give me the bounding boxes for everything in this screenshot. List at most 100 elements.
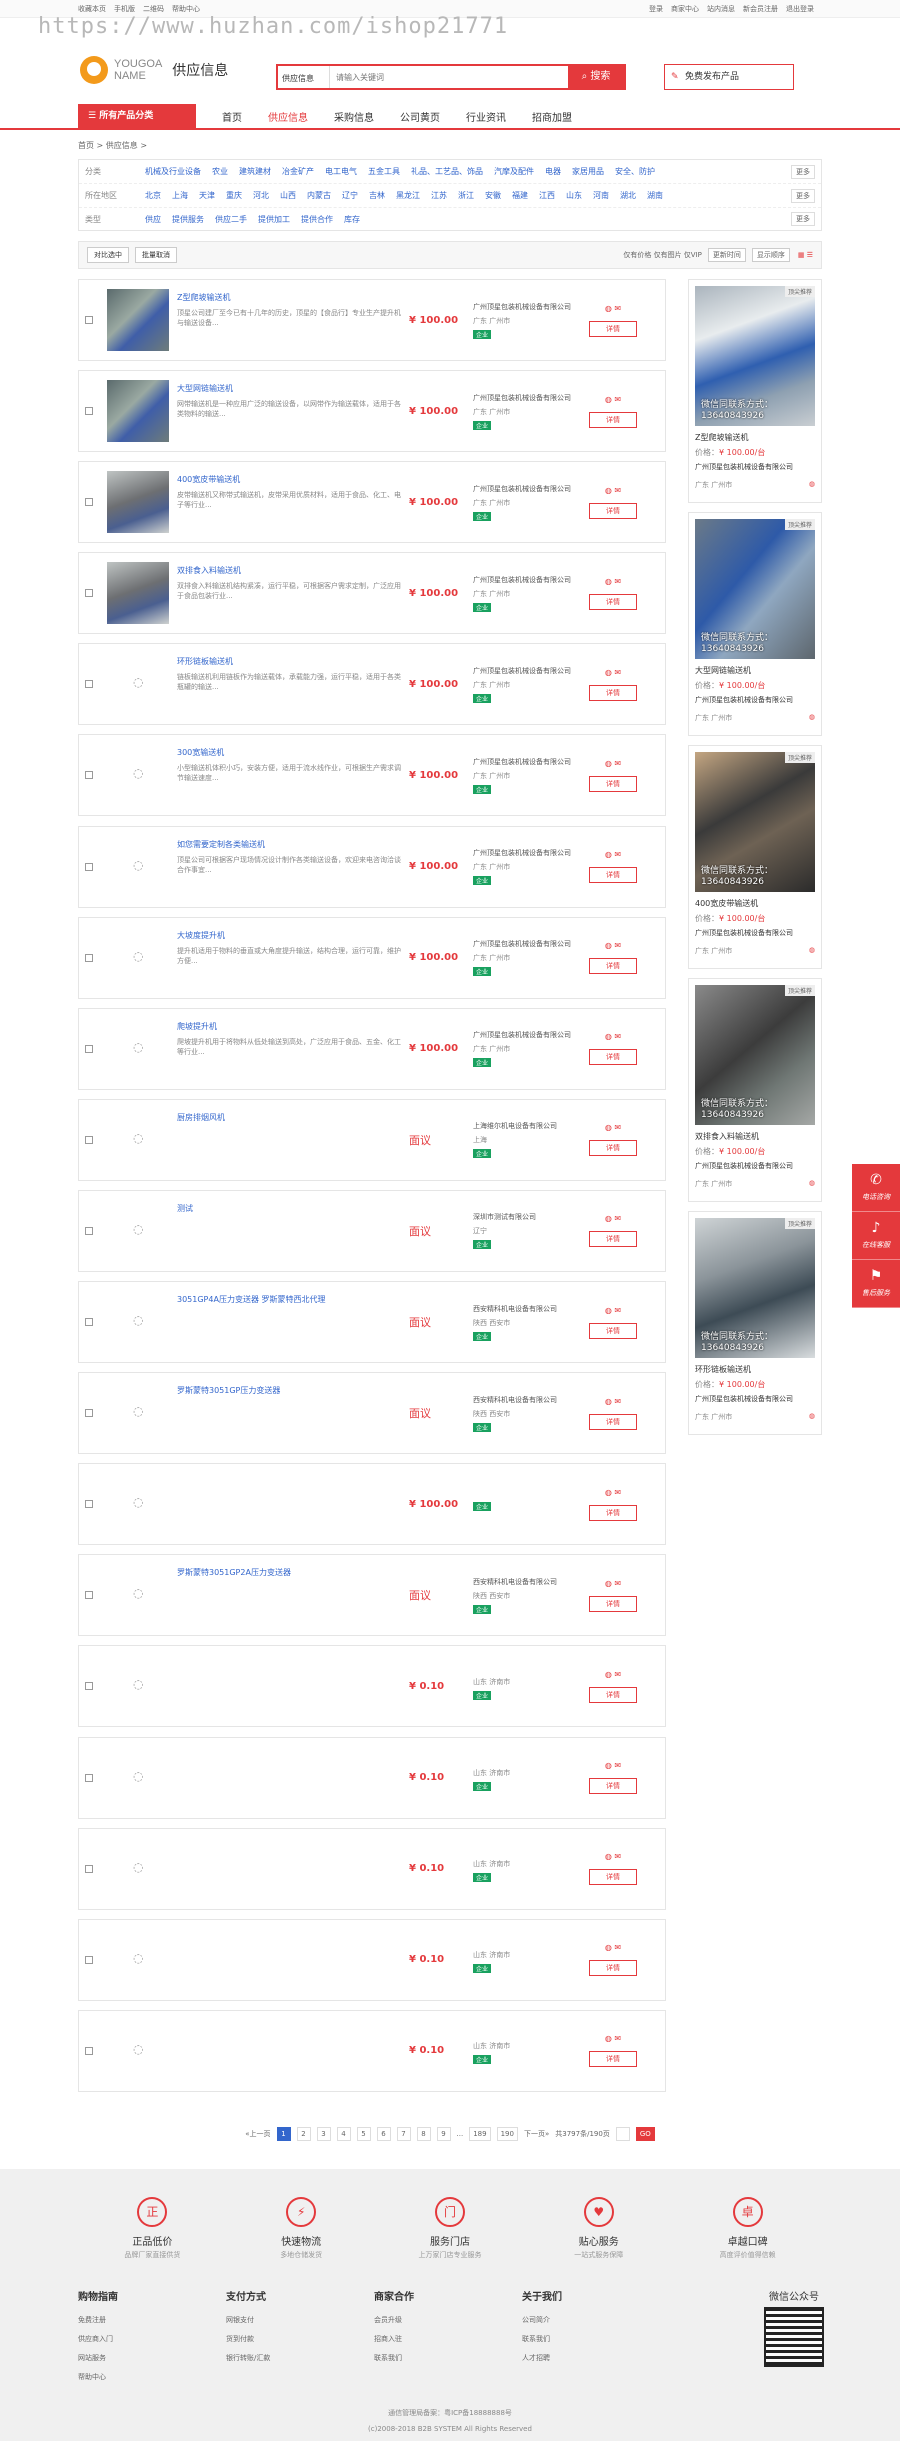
- detail-button[interactable]: 详情: [589, 502, 637, 519]
- recommend-image[interactable]: 顶尖推荐 微信同联系方式：13640843926: [695, 286, 815, 426]
- grid-view-icon[interactable]: ▦ ☰: [798, 251, 813, 259]
- page-number[interactable]: 9: [436, 2126, 451, 2141]
- prev-page-link[interactable]: «上一页: [245, 2129, 270, 2139]
- qq-chat-icon[interactable]: ◍ ✉: [605, 1943, 621, 1952]
- product-title[interactable]: 3051GP4A压力变送器 罗斯蒙特西北代理: [177, 1294, 403, 1305]
- footer-link[interactable]: 联系我们: [374, 2349, 522, 2368]
- topbar-link[interactable]: 商家中心: [671, 5, 699, 13]
- qq-chat-icon[interactable]: ◍ ✉: [605, 2034, 621, 2043]
- sort-select-time[interactable]: 更新时间: [707, 248, 746, 262]
- product-title[interactable]: 厨房排烟风机: [177, 1112, 403, 1123]
- filter-option[interactable]: 汽摩及配件: [494, 166, 534, 177]
- filter-option[interactable]: 山东: [566, 190, 582, 201]
- topbar-link[interactable]: 新会员注册: [743, 5, 778, 13]
- recommend-card[interactable]: 顶尖推荐 微信同联系方式：13640843926 双排食入料输送机 价格：¥ 100.…: [688, 978, 822, 1202]
- row-checkbox[interactable]: [85, 680, 93, 689]
- filter-option[interactable]: 福建: [512, 190, 528, 201]
- topbar-link[interactable]: 登录: [649, 5, 663, 13]
- compare-button[interactable]: 对比选中: [87, 247, 129, 263]
- footer-link[interactable]: 银行转账/汇款: [226, 2349, 374, 2368]
- recommend-image[interactable]: 顶尖推荐 微信同联系方式：13640843926: [695, 1218, 815, 1358]
- search-input[interactable]: [330, 66, 568, 88]
- next-page-link[interactable]: 下一页»: [524, 2129, 549, 2139]
- product-thumbnail[interactable]: [107, 1473, 169, 1536]
- qq-chat-icon[interactable]: ◍ ✉: [605, 395, 621, 404]
- row-checkbox[interactable]: [85, 862, 93, 871]
- footer-link[interactable]: 人才招聘: [522, 2349, 670, 2368]
- page-go-button[interactable]: GO: [635, 2126, 655, 2141]
- product-thumbnail[interactable]: [107, 2019, 169, 2082]
- filter-option[interactable]: 机械及行业设备: [145, 166, 201, 177]
- recommend-image[interactable]: 顶尖推荐 微信同联系方式：13640843926: [695, 985, 815, 1125]
- company-name[interactable]: 广州顶星包装机械设备有限公司: [473, 575, 589, 585]
- qq-chat-icon[interactable]: ◍ ✉: [605, 1032, 621, 1041]
- product-title[interactable]: 400宽皮带输送机: [177, 474, 403, 485]
- qq-chat-icon[interactable]: ◍ ✉: [605, 1761, 621, 1770]
- detail-button[interactable]: 详情: [589, 958, 637, 975]
- nav-item[interactable]: 供应信息: [268, 109, 308, 124]
- row-checkbox[interactable]: [85, 1773, 93, 1782]
- product-thumbnail[interactable]: [107, 289, 169, 351]
- product-thumbnail[interactable]: [107, 1837, 169, 1900]
- detail-button[interactable]: 详情: [589, 775, 637, 792]
- qq-chat-icon[interactable]: ◍ ✉: [605, 577, 621, 586]
- filter-option[interactable]: 建筑建材: [239, 166, 271, 177]
- recommend-image[interactable]: 顶尖推荐 微信同联系方式：13640843926: [695, 752, 815, 892]
- filter-option[interactable]: 山西: [280, 190, 296, 201]
- float-2[interactable]: ⚑ 售后服务: [852, 1260, 900, 1308]
- filter-option[interactable]: 电工电气: [325, 166, 357, 177]
- qq-icon[interactable]: ◍: [809, 946, 815, 956]
- row-checkbox[interactable]: [85, 407, 93, 416]
- recommend-company[interactable]: 广州顶星包装机械设备有限公司: [695, 928, 815, 938]
- qq-chat-icon[interactable]: ◍ ✉: [605, 1670, 621, 1679]
- product-thumbnail[interactable]: [107, 1655, 169, 1718]
- footer-link[interactable]: 网站服务: [78, 2349, 226, 2368]
- product-title[interactable]: 环形链板输送机: [177, 656, 403, 667]
- product-title[interactable]: 双排食入料输送机: [177, 565, 403, 576]
- filter-option[interactable]: 重庆: [226, 190, 242, 201]
- filter-more-button[interactable]: 更多: [791, 188, 815, 203]
- qq-chat-icon[interactable]: ◍ ✉: [605, 668, 621, 677]
- filter-option[interactable]: 提供加工: [258, 214, 290, 225]
- detail-button[interactable]: 详情: [589, 1322, 637, 1339]
- nav-item[interactable]: 采购信息: [334, 109, 374, 124]
- detail-button[interactable]: 详情: [589, 1140, 637, 1157]
- recommend-title[interactable]: 400宽皮带输送机: [695, 898, 815, 909]
- product-thumbnail[interactable]: [107, 744, 169, 807]
- product-title[interactable]: 300宽输送机: [177, 747, 403, 758]
- filter-option[interactable]: 江苏: [431, 190, 447, 201]
- detail-button[interactable]: 详情: [589, 1869, 637, 1886]
- company-name[interactable]: 广州顶星包装机械设备有限公司: [473, 757, 589, 767]
- nav-item[interactable]: 行业资讯: [466, 109, 506, 124]
- qq-chat-icon[interactable]: ◍ ✉: [605, 941, 621, 950]
- company-name[interactable]: 西安精科机电设备有限公司: [473, 1304, 589, 1314]
- product-title[interactable]: 测试: [177, 1203, 403, 1214]
- row-checkbox[interactable]: [85, 1409, 93, 1418]
- filter-option[interactable]: 湖北: [620, 190, 636, 201]
- recommend-title[interactable]: 环形链板输送机: [695, 1364, 815, 1375]
- filter-option[interactable]: 吉林: [369, 190, 385, 201]
- qq-chat-icon[interactable]: ◍ ✉: [605, 1488, 621, 1497]
- company-name[interactable]: 广州顶星包装机械设备有限公司: [473, 484, 589, 494]
- page-number[interactable]: 189: [469, 2126, 491, 2141]
- company-name[interactable]: 深圳市测试有限公司: [473, 1212, 589, 1222]
- company-name[interactable]: 广州顶星包装机械设备有限公司: [473, 939, 589, 949]
- filter-option[interactable]: 五金工具: [368, 166, 400, 177]
- recommend-company[interactable]: 广州顶星包装机械设备有限公司: [695, 695, 815, 705]
- detail-button[interactable]: 详情: [589, 1504, 637, 1521]
- page-number[interactable]: 3: [316, 2126, 331, 2141]
- page-number[interactable]: 6: [376, 2126, 391, 2141]
- product-title[interactable]: 如您需要定制各类输送机: [177, 839, 403, 850]
- detail-button[interactable]: 详情: [589, 2051, 637, 2068]
- topbar-link[interactable]: 帮助中心: [172, 5, 200, 13]
- product-title[interactable]: 爬坡提升机: [177, 1021, 403, 1032]
- float-0[interactable]: ✆ 电话咨询: [852, 1164, 900, 1212]
- product-thumbnail[interactable]: [107, 1564, 169, 1627]
- search-category-select[interactable]: 供应信息: [278, 66, 330, 88]
- row-checkbox[interactable]: [85, 771, 93, 780]
- product-thumbnail[interactable]: [107, 380, 169, 443]
- page-number[interactable]: 4: [336, 2126, 351, 2141]
- detail-button[interactable]: 详情: [589, 1960, 637, 1977]
- filter-option[interactable]: 电器: [545, 166, 561, 177]
- filter-option[interactable]: 冶金矿产: [282, 166, 314, 177]
